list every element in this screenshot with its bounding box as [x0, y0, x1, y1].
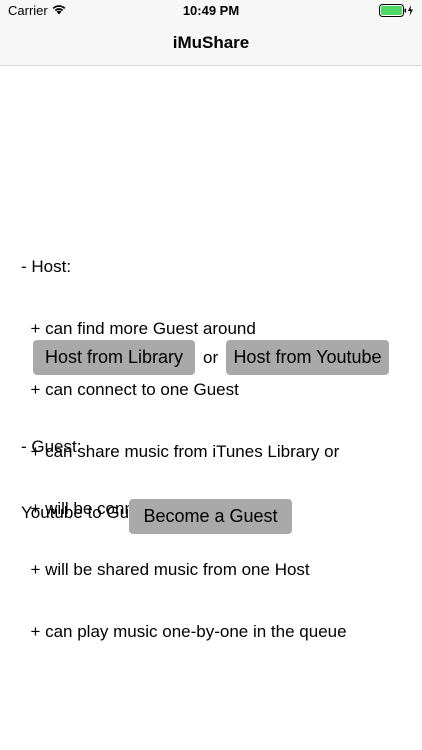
status-bar: Carrier 10:49 PM [0, 0, 422, 22]
nav-title: iMuShare [172, 33, 250, 52]
host-from-library-button[interactable]: Host from Library [33, 340, 195, 375]
guest-feature-line: + can play music one-by-one in the queue [21, 621, 347, 641]
host-from-youtube-button[interactable]: Host from Youtube [226, 340, 389, 375]
battery-icon [379, 4, 413, 17]
navigation-bar: iMuShare [0, 22, 422, 66]
guest-heading: - Guest: [21, 437, 82, 456]
host-feature-line: + can find more Guest around [21, 318, 256, 338]
or-label: or [203, 348, 219, 367]
host-heading: - Host: [21, 257, 72, 276]
status-time: 10:49 PM [182, 3, 240, 18]
charging-icon [408, 5, 413, 16]
become-guest-button[interactable]: Become a Guest [129, 499, 292, 534]
guest-feature-line: + will be shared music from one Host [21, 560, 310, 579]
